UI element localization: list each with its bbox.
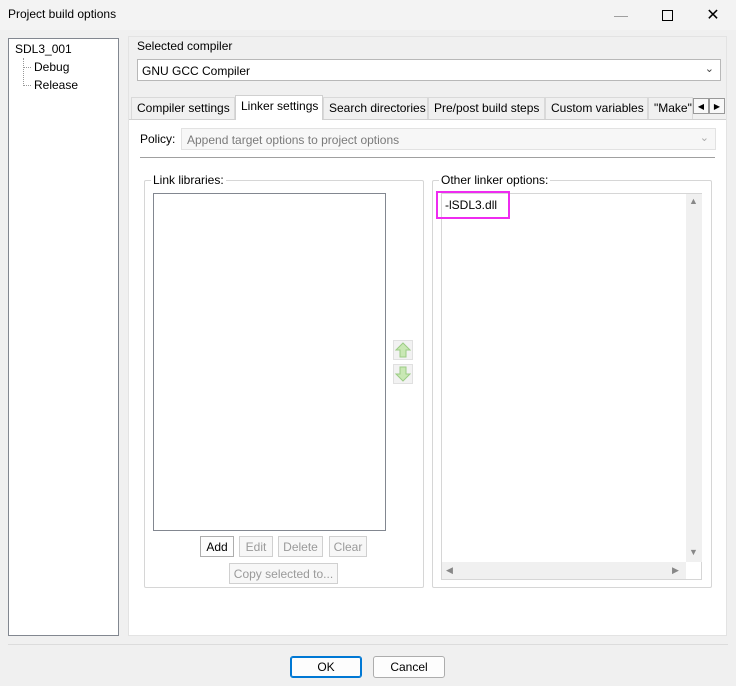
horizontal-scrollbar[interactable]: ◀ ▶ — [442, 562, 686, 579]
tab-scroll-right-button[interactable]: ▶ — [709, 98, 725, 114]
tree-item-debug[interactable]: Debug — [34, 60, 69, 74]
arrow-up-icon — [395, 342, 411, 358]
ok-button[interactable]: OK — [290, 656, 362, 678]
policy-select-value: Append target options to project options — [187, 133, 400, 147]
other-linker-label: Other linker options: — [439, 173, 551, 187]
footer-separator — [8, 644, 728, 645]
tab-pre-post-build-steps[interactable]: Pre/post build steps — [428, 97, 545, 119]
tab-scroll-left-button[interactable]: ◀ — [693, 98, 709, 114]
minimize-button[interactable]: — — [598, 0, 644, 30]
tab-linker-settings[interactable]: Linker settings — [235, 95, 323, 120]
compiler-select[interactable]: GNU GCC Compiler ⌄ — [137, 59, 721, 81]
tree-connector — [23, 58, 24, 86]
copy-selected-button[interactable]: Copy selected to... — [229, 563, 338, 584]
cancel-button[interactable]: Cancel — [373, 656, 445, 678]
add-button[interactable]: Add — [200, 536, 234, 557]
link-libraries-list[interactable] — [153, 193, 386, 531]
maximize-icon — [661, 9, 673, 21]
scroll-right-icon: ▶ — [672, 565, 679, 575]
minimize-icon: — — [614, 7, 628, 23]
policy-select[interactable]: Append target options to project options… — [181, 128, 716, 150]
tab-search-directories[interactable]: Search directories — [323, 97, 428, 119]
scroll-left-icon: ◀ — [446, 565, 453, 575]
scroll-up-icon: ▲ — [689, 196, 698, 206]
target-tree[interactable]: SDL3_001 Debug Release — [8, 38, 119, 636]
arrow-down-icon — [395, 366, 411, 382]
tree-item-release[interactable]: Release — [34, 78, 78, 92]
highlight-box — [436, 191, 510, 219]
separator — [140, 157, 715, 158]
scroll-down-icon: ▼ — [689, 547, 698, 557]
tab-compiler-settings[interactable]: Compiler settings — [131, 97, 235, 119]
clear-button[interactable]: Clear — [329, 536, 367, 557]
tree-connector — [23, 67, 31, 68]
window-title: Project build options — [8, 7, 117, 21]
move-up-button[interactable] — [393, 340, 413, 360]
close-button[interactable]: ✕ — [690, 0, 736, 30]
vertical-scrollbar[interactable]: ▲ ▼ — [686, 194, 702, 562]
selected-compiler-label: Selected compiler — [137, 39, 233, 53]
tab-custom-variables[interactable]: Custom variables — [545, 97, 648, 119]
other-linker-textarea[interactable]: -lSDL3.dll ▲ ▼ ◀ ▶ — [441, 193, 702, 580]
link-libraries-label: Link libraries: — [151, 173, 226, 187]
maximize-button[interactable] — [644, 0, 690, 30]
move-down-button[interactable] — [393, 364, 413, 384]
compiler-select-value: GNU GCC Compiler — [142, 64, 251, 78]
policy-label: Policy: — [140, 132, 176, 146]
delete-button[interactable]: Delete — [278, 536, 323, 557]
chevron-down-icon: ⌄ — [699, 132, 709, 144]
triangle-left-icon: ◀ — [697, 101, 705, 111]
chevron-down-icon: ⌄ — [704, 63, 714, 75]
tree-connector — [23, 85, 31, 86]
tab-make-commands[interactable]: "Make" commands — [648, 97, 693, 119]
triangle-right-icon: ▶ — [713, 101, 721, 111]
tree-item-root[interactable]: SDL3_001 — [15, 42, 72, 56]
edit-button[interactable]: Edit — [239, 536, 273, 557]
close-icon: ✕ — [706, 7, 720, 24]
